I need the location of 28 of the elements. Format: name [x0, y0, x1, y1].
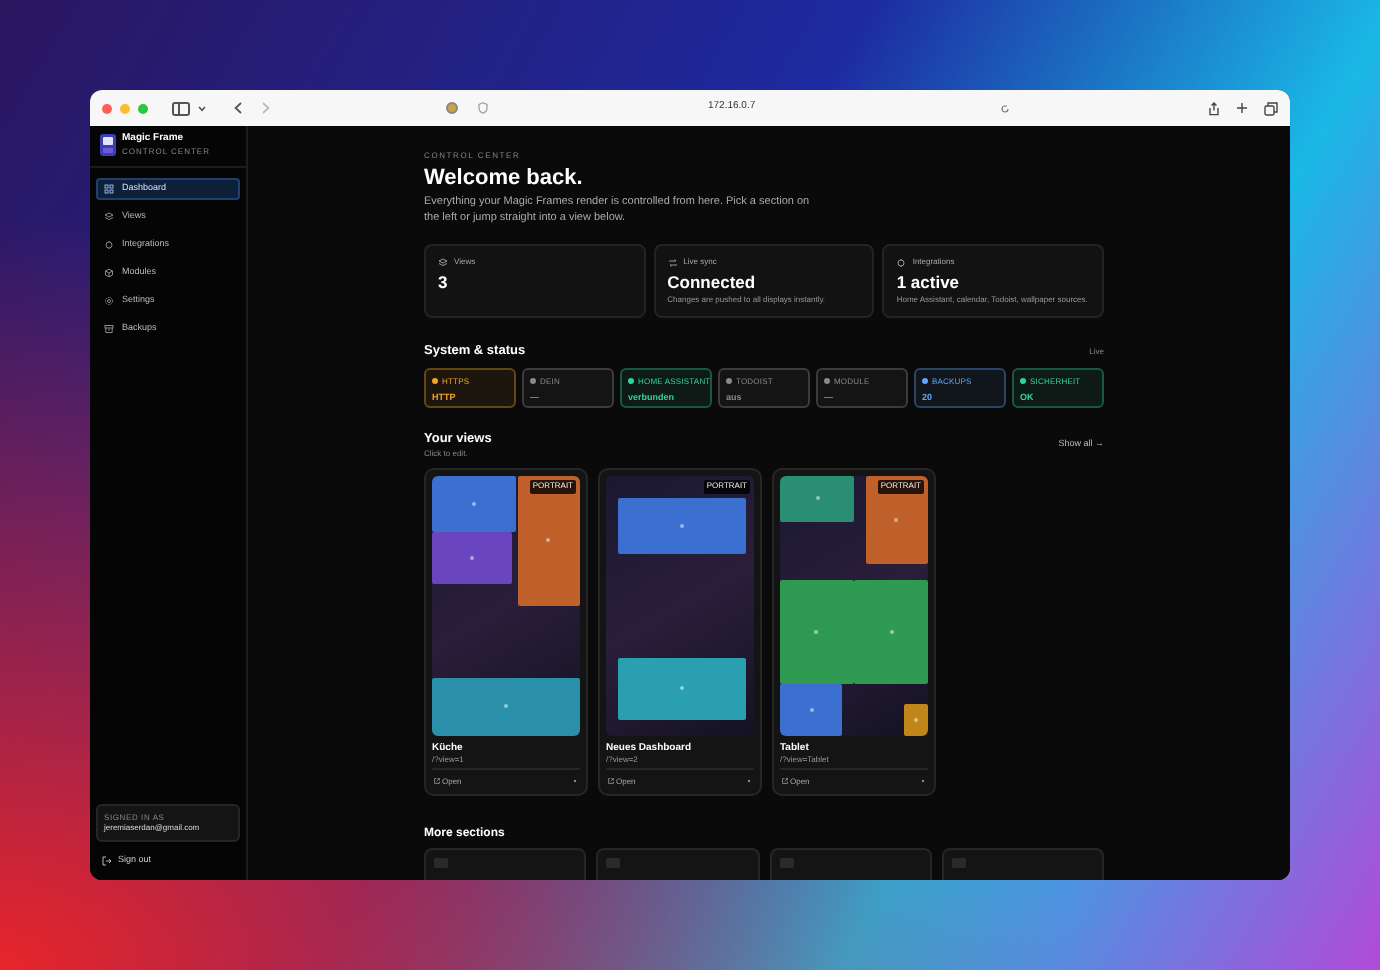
plug-icon [104, 240, 114, 250]
layers-icon [438, 257, 448, 267]
close-button[interactable] [102, 103, 112, 113]
external-link-icon [782, 778, 788, 785]
stat-value: 1 active [896, 272, 962, 294]
reload-icon[interactable] [999, 103, 1010, 113]
app-logo-icon [100, 133, 116, 155]
layers-icon [104, 212, 114, 222]
chevron-down-icon[interactable] [198, 105, 206, 111]
external-link-icon [608, 778, 614, 785]
stat-value: Connected [667, 272, 758, 294]
cube-icon [104, 268, 114, 278]
sync-icon [667, 257, 678, 267]
gear-icon [104, 296, 114, 306]
favicon-icon [446, 102, 458, 114]
tabs-icon[interactable] [1264, 101, 1278, 115]
sign-out-icon [102, 856, 112, 867]
stat-value: 3 [438, 272, 450, 294]
back-icon[interactable] [234, 102, 242, 114]
plug-icon [896, 257, 907, 267]
page-title: Welcome back. [424, 164, 585, 192]
sidebar-toggle-icon[interactable] [172, 101, 190, 115]
share-icon[interactable] [1208, 101, 1220, 115]
shield-icon[interactable] [478, 102, 488, 114]
external-link-icon [434, 778, 440, 785]
grid-icon [104, 184, 114, 194]
plus-icon[interactable] [1236, 102, 1248, 114]
archive-icon [104, 324, 114, 334]
